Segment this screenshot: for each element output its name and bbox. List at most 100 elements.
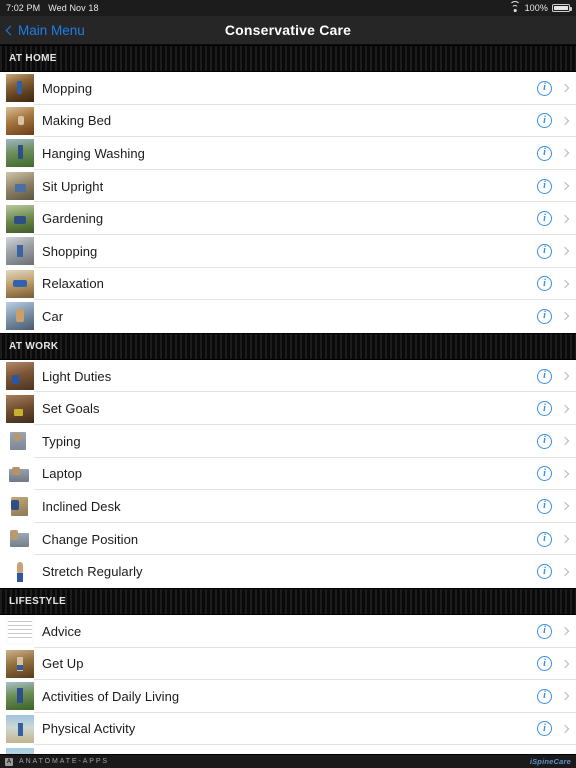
list-item[interactable]: Change Position i	[0, 522, 576, 556]
info-circle-icon[interactable]: i	[537, 498, 552, 514]
list-item[interactable]: Inclined Desk i	[0, 490, 576, 523]
thumbnail-light-duties	[6, 362, 34, 391]
chevron-right-icon	[560, 502, 570, 511]
list-item[interactable]: Gardening i	[0, 202, 576, 235]
info-circle-icon[interactable]: i	[537, 531, 552, 547]
thumbnail-relaxation	[6, 269, 34, 298]
status-bar-left: 7:02 PM Wed Nov 18	[6, 3, 99, 13]
list-item-accessories: i	[537, 688, 570, 704]
list-item[interactable]: Laptop i	[0, 457, 576, 491]
thumbnail-set-goals	[6, 394, 34, 423]
list-item-label: Physical Activity	[42, 721, 136, 737]
info-circle-icon[interactable]: i	[537, 688, 552, 704]
list-item[interactable]: Dieti	[0, 745, 576, 754]
thumbnail-making-bed	[6, 106, 34, 135]
list-item-label: Hanging Washing	[42, 145, 145, 161]
list-item-label: Stretch Regularly	[42, 564, 143, 580]
info-circle-icon[interactable]: i	[537, 401, 552, 417]
list-item[interactable]: Light Duties i	[0, 359, 576, 393]
list-item-accessories: i	[537, 466, 570, 482]
list-item-label: Set Goals	[42, 401, 100, 417]
list-item[interactable]: Car i	[0, 300, 576, 333]
list-item-accessories: i	[537, 368, 570, 384]
list-item-accessories: i	[537, 623, 570, 639]
list-item-label: Mopping	[42, 80, 93, 96]
list-item-label: Activities of Daily Living	[42, 688, 180, 704]
list-item-label: Typing	[42, 433, 81, 449]
chevron-right-icon	[560, 567, 570, 576]
content-list[interactable]: AT HOME Mopping i Making Bed i Hanging Washin…	[0, 45, 576, 754]
list-item[interactable]: Get Up i	[0, 647, 576, 681]
list-item-label: Gardening	[42, 211, 104, 227]
status-bar-time: 7:02 PM	[6, 3, 41, 13]
info-circle-icon[interactable]: i	[537, 243, 552, 259]
list-item-label: Shopping	[42, 243, 98, 259]
chevron-right-icon	[560, 404, 570, 413]
list-item[interactable]: Physical Activity i	[0, 712, 576, 746]
list-item-accessories: i	[537, 276, 570, 292]
list-item[interactable]: Mopping i	[0, 72, 576, 105]
list-item-label: Making Bed	[42, 113, 112, 129]
status-bar: 7:02 PM Wed Nov 18 100%	[0, 0, 576, 16]
list-item[interactable]: Shopping i	[0, 234, 576, 268]
thumbnail-shopping	[6, 237, 34, 266]
status-bar-date: Wed Nov 18	[48, 3, 99, 13]
chevron-right-icon	[560, 371, 570, 381]
thumbnail-mopping	[6, 74, 34, 103]
list-item[interactable]: Relaxation i	[0, 267, 576, 301]
info-circle-icon[interactable]: i	[537, 466, 552, 482]
info-circle-icon[interactable]: i	[537, 433, 552, 449]
info-circle-icon[interactable]: i	[537, 276, 552, 292]
thumbnail-physical-activity	[6, 714, 34, 743]
brand-label: ANATOMATE-APPS	[19, 758, 109, 765]
back-button-label: Main Menu	[18, 22, 85, 38]
info-circle-icon[interactable]: i	[537, 178, 552, 194]
list-item[interactable]: Stretch Regularly i	[0, 555, 576, 588]
thumbnail-get-up	[6, 649, 34, 678]
list-item[interactable]: Making Bed i	[0, 104, 576, 138]
thumbnail-car	[6, 302, 34, 331]
info-circle-icon[interactable]: i	[537, 721, 552, 737]
chevron-right-icon	[560, 181, 570, 191]
list-item-label: Light Duties	[42, 368, 112, 384]
thumbnail-diet	[6, 747, 34, 754]
list-item-accessories: i	[537, 433, 570, 449]
thumbnail-activities-of-daily-living	[6, 682, 34, 711]
chevron-right-icon	[560, 692, 570, 701]
list-item-label: Advice	[42, 623, 82, 639]
back-button[interactable]: Main Menu	[0, 23, 85, 38]
section-header: AT HOME	[0, 45, 576, 72]
list-item-accessories: i	[537, 211, 570, 227]
info-circle-icon[interactable]: i	[537, 368, 552, 384]
info-circle-icon[interactable]: i	[537, 564, 552, 580]
info-circle-icon[interactable]: i	[537, 656, 552, 672]
thumbnail-hanging-washing	[6, 139, 34, 168]
list-item[interactable]: Sit Upright i	[0, 169, 576, 203]
chevron-right-icon	[560, 116, 570, 126]
navigation-bar: Main Menu Conservative Care	[0, 16, 576, 45]
info-circle-icon[interactable]: i	[537, 211, 552, 227]
list-item-accessories: i	[537, 721, 570, 737]
battery-percent-label: 100%	[524, 3, 548, 13]
list-item-accessories: i	[537, 656, 570, 672]
info-circle-icon[interactable]: i	[537, 113, 552, 129]
chevron-right-icon	[560, 534, 570, 544]
list-item[interactable]: Advice i	[0, 614, 576, 648]
section-header: AT WORK	[0, 332, 576, 360]
thumbnail-change-position	[6, 525, 34, 554]
info-circle-icon[interactable]: i	[537, 80, 552, 96]
thumbnail-laptop	[6, 459, 34, 488]
list-item[interactable]: Typing i	[0, 424, 576, 458]
list-item-label: Laptop	[42, 466, 83, 482]
list-item[interactable]: Activities of Daily Living i	[0, 680, 576, 713]
info-circle-icon[interactable]: i	[537, 308, 552, 324]
info-circle-icon[interactable]: i	[537, 623, 552, 639]
chevron-left-icon	[5, 25, 16, 35]
list-item[interactable]: Hanging Washing i	[0, 137, 576, 170]
info-circle-icon[interactable]: i	[537, 145, 552, 161]
chevron-right-icon	[560, 659, 570, 669]
chevron-right-icon	[560, 436, 570, 446]
chevron-right-icon	[560, 626, 570, 636]
list-item[interactable]: Set Goals i	[0, 392, 576, 425]
list-item-accessories: i	[537, 308, 570, 324]
